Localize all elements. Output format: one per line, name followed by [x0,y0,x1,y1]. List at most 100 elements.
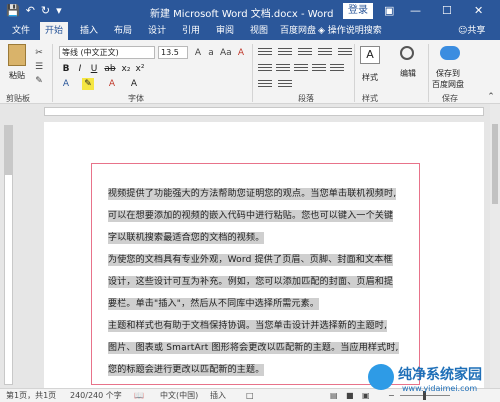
char-shading-icon[interactable]: A [128,78,140,90]
collapse-ribbon-icon[interactable]: ⌃ [486,92,496,102]
tab-view[interactable]: 视图 [246,22,272,40]
align-left-icon[interactable] [258,64,272,74]
distribute-icon[interactable] [330,64,344,74]
vertical-scrollbar[interactable] [490,104,500,388]
text-line[interactable]: 可以在想要添加的视频的嵌入代码中进行粘贴。您也可以键入一个关键 [108,209,404,231]
quick-access-toolbar: 💾 ↶ ↻ ▾ [6,3,62,19]
font-name-select[interactable]: 等线 (中文正文) [59,46,155,59]
save-icon[interactable]: 💾 [6,3,20,19]
bold-button[interactable]: B [60,63,72,75]
login-button[interactable]: 登录 [343,3,373,19]
tab-review[interactable]: 审阅 [212,22,238,40]
text-line[interactable]: 图片、图表或 SmartArt 图形将会更改以匹配新的主题。当应用样式时, [108,341,404,363]
highlight-icon[interactable]: ✎ [82,78,94,90]
close-icon[interactable]: ✕ [474,2,483,20]
text-line[interactable]: 要栏。单击"插入"，然后从不同库中选择所需元素。 [108,297,404,319]
tab-file[interactable]: 文件 [8,22,34,40]
styles-group-label: 样式 [362,94,378,103]
macro-icon[interactable]: □ [246,389,254,402]
font-color-icon[interactable]: A [106,78,118,90]
clipboard-group-label: 剪贴板 [6,94,30,103]
strikethrough-icon[interactable]: ab [104,63,116,75]
separator [52,44,53,102]
align-right-icon[interactable] [294,64,308,74]
separator [428,44,429,102]
page-count[interactable]: 第1页，共1页 [6,389,56,402]
text-line[interactable]: 您的标题会进行更改以匹配新的主题。 [108,363,404,385]
text-line[interactable]: 主题和样式也有助于文档保持协调。当您单击设计并选择新的主题时, [108,319,404,341]
shading-icon[interactable] [258,80,272,90]
share-button[interactable]: ☺共享 [458,22,485,40]
subscript-icon[interactable]: x₂ [120,63,132,75]
undo-icon[interactable]: ↶ [26,3,35,19]
tell-me-search[interactable]: ◈ 操作说明搜索 [318,22,382,40]
save-baidu-label[interactable]: 保存到 [436,68,460,79]
text-line[interactable]: 设计，这些设计可互为补充。例如，您可以添加匹配的封面、页眉和提 [108,275,404,297]
numbering-icon[interactable] [278,48,292,58]
lightbulb-icon: ◈ [318,26,328,36]
maximize-icon[interactable]: ☐ [442,2,452,20]
styles-button-label[interactable]: 样式 [362,72,378,83]
cloud-upload-icon[interactable] [440,46,466,70]
ribbon: 粘贴 ✂ ☰ ✎ 剪贴板 等线 (中文正文) 13.5 A a Aa A B I… [0,40,500,104]
clear-format-icon[interactable]: A [236,48,246,58]
paste-button-label[interactable]: 粘贴 [9,70,25,81]
separator [354,44,355,102]
language[interactable]: 中文(中国) [160,389,198,402]
tab-baidu[interactable]: 百度网盘 [278,22,318,40]
minimize-icon[interactable]: — [410,2,421,20]
text-line[interactable]: 为使您的文档具有专业外观，Word 提供了页眉、页脚、封面和文本框 [108,253,404,275]
tab-design[interactable]: 设计 [144,22,170,40]
cut-icon[interactable]: ✂ [34,48,44,58]
multilevel-list-icon[interactable] [298,48,312,58]
tab-insert[interactable]: 插入 [76,22,102,40]
format-painter-icon[interactable]: ✎ [34,76,44,86]
justify-icon[interactable] [312,64,326,74]
font-size-select[interactable]: 13.5 [158,46,188,59]
separator [252,44,253,102]
change-case-icon[interactable]: Aa [220,48,232,58]
print-layout-icon[interactable]: ■ [346,389,354,402]
increase-indent-icon[interactable] [338,48,352,58]
save-baidu-label-2[interactable]: 百度网盘 [432,79,464,90]
ribbon-display-icon[interactable]: ▣ [384,2,394,20]
bullets-icon[interactable] [258,48,272,58]
text-line[interactable]: 视频提供了功能强大的方法帮助您证明您的观点。当您单击联机视频时, [108,187,404,209]
tab-references[interactable]: 引用 [178,22,204,40]
tab-layout[interactable]: 布局 [110,22,136,40]
decrease-indent-icon[interactable] [318,48,332,58]
save-group-label: 保存 [442,94,458,103]
redo-icon[interactable]: ↻ [41,3,50,19]
superscript-icon[interactable]: x² [134,63,146,75]
grow-font-icon[interactable]: A [193,48,203,58]
align-center-icon[interactable] [276,64,290,74]
borders-icon[interactable] [278,80,292,90]
underline-button[interactable]: U [88,63,100,75]
shrink-font-icon[interactable]: a [206,48,216,58]
customize-icon[interactable]: ▾ [56,3,62,19]
tab-home[interactable]: 开始 [40,22,68,40]
horizontal-ruler[interactable] [44,107,484,116]
window-title: 新建 Microsoft Word 文档.docx - Word [150,9,334,20]
text-line[interactable]: 字以联机搜索最适合您的文档的视频。 [108,231,404,253]
edit-button-label[interactable]: 编辑 [400,68,416,79]
italic-button[interactable]: I [74,63,86,75]
word-count[interactable]: 240/240 个字 [70,389,122,402]
insert-mode[interactable]: 插入 [210,389,226,402]
find-icon[interactable] [400,46,426,70]
paste-icon[interactable] [8,44,26,66]
read-mode-icon[interactable]: ▤ [330,389,338,402]
paragraph-group-label: 段落 [298,94,314,103]
watermark-logo-icon [368,364,394,390]
document-text[interactable]: 视频提供了功能强大的方法帮助您证明您的观点。当您单击联机视频时, 可以在想要添加… [108,187,404,385]
copy-icon[interactable]: ☰ [34,62,44,72]
ribbon-tabs: 文件 开始 插入 布局 设计 引用 审阅 视图 百度网盘 ◈ 操作说明搜索 ☺共… [0,22,500,40]
proofing-icon[interactable]: 📖 [134,389,144,402]
styles-icon[interactable]: A [360,46,386,70]
ruler-margin [5,125,12,175]
watermark-name: 纯净系统家园 [398,367,482,383]
user-icon: ☺ [458,26,468,36]
watermark-url: www.yidaimei.com [402,384,478,393]
scroll-thumb[interactable] [492,124,498,204]
text-effects-icon[interactable]: A [60,78,72,90]
